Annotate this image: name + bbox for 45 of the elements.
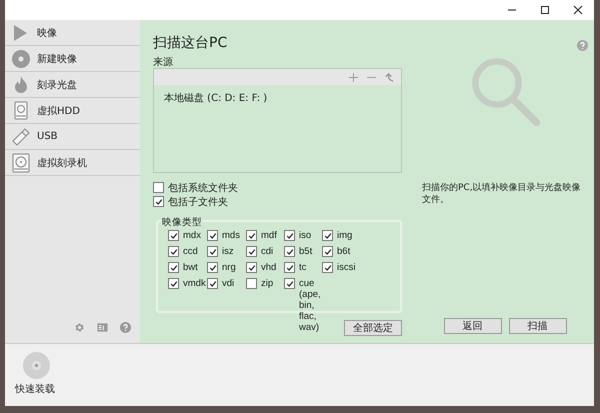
checkbox-label[interactable]: b5t xyxy=(299,246,312,257)
checkbox-label[interactable]: mdf xyxy=(261,230,277,241)
select-all-button[interactable]: 全部选定 xyxy=(344,320,402,336)
checkbox-label[interactable]: iscsi xyxy=(337,262,356,273)
usb-stick-icon[interactable] xyxy=(11,126,31,146)
sidebar-item[interactable]: 虚拟HDD xyxy=(5,98,140,124)
quick-mount-label[interactable]: 快速装载 xyxy=(15,382,55,396)
sidebar-item[interactable]: 映像 xyxy=(5,20,140,46)
checkbox-label[interactable]: tc xyxy=(299,262,306,273)
checkbox-label[interactable]: ccd xyxy=(183,246,198,257)
group-label: 映像类型 xyxy=(161,216,203,229)
checkbox-label[interactable]: 包括子文件夹 xyxy=(168,194,228,208)
checkbox-label[interactable]: nrg xyxy=(222,262,236,273)
scan-button[interactable]: 扫描 xyxy=(508,318,566,334)
sidebar-item[interactable]: 虚拟刻录机 xyxy=(5,150,140,176)
layout-icon[interactable] xyxy=(97,322,108,333)
sidebar-item[interactable]: 刻录光盘 xyxy=(5,72,140,98)
list-item[interactable]: 本地磁盘 (C: D: E: F: ) xyxy=(154,85,401,105)
checkbox-label[interactable]: bwt xyxy=(183,262,198,273)
help-icon[interactable] xyxy=(120,322,131,333)
checkbox-label[interactable]: mds xyxy=(222,230,240,241)
magnifier-icon xyxy=(470,56,542,128)
drive-icon[interactable] xyxy=(11,152,31,172)
source-label: 来源 xyxy=(153,56,174,68)
sidebar-item[interactable]: 新建映像 xyxy=(5,46,140,72)
page-title: 扫描这台PC xyxy=(153,34,228,53)
checkbox-label[interactable]: iso xyxy=(299,230,312,241)
checkbox-label[interactable]: vmdk xyxy=(183,278,206,289)
checkbox-label[interactable]: cue (ape, bin, flac, wav) xyxy=(299,278,322,333)
checkbox-label[interactable]: b6t xyxy=(337,246,350,257)
checkbox-label[interactable]: mdx xyxy=(183,230,201,241)
checkbox-label[interactable]: isz xyxy=(222,246,234,257)
sidebar-item[interactable]: USB xyxy=(5,124,140,150)
checkbox-label[interactable]: vhd xyxy=(261,262,276,273)
back-button[interactable]: 返回 xyxy=(444,318,502,334)
checkbox-label[interactable]: img xyxy=(337,230,352,241)
checkbox[interactable] xyxy=(246,278,257,289)
close-icon[interactable] xyxy=(572,5,582,15)
checkbox-label[interactable]: vdi xyxy=(222,278,234,289)
hint-text: 扫描你的PC,以填补映像目录与光盘映像文件。 xyxy=(422,182,582,206)
checkbox-label[interactable]: zip xyxy=(261,278,274,289)
checkbox-label[interactable]: cdi xyxy=(261,246,274,257)
checkbox-label[interactable]: 包括系统文件夹 xyxy=(168,180,238,194)
maximize-icon[interactable] xyxy=(540,5,550,15)
checkbox[interactable] xyxy=(153,182,164,193)
